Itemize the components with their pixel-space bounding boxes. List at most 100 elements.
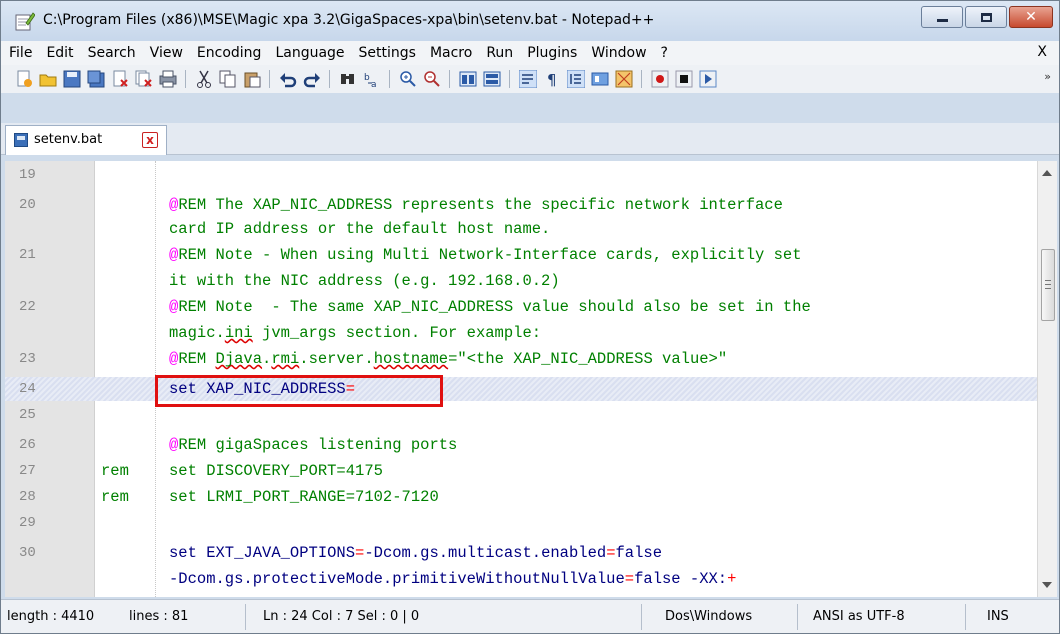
code-line[interactable]: 28 rem set LRMI_PORT_RANGE=7102-7120 bbox=[5, 485, 1037, 509]
menu-search[interactable]: Search bbox=[82, 45, 142, 61]
rem-keyword: rem bbox=[101, 488, 129, 506]
menu-language[interactable]: Language bbox=[269, 45, 350, 61]
status-position: Ln : 24 Col : 7 Sel : 0 | 0 bbox=[263, 609, 420, 624]
sync-horizontal-icon[interactable] bbox=[483, 70, 501, 88]
cut-icon[interactable] bbox=[195, 70, 213, 88]
code-line[interactable]: 30 set EXT_JAVA_OPTIONS=-Dcom.gs.multica… bbox=[5, 541, 1037, 565]
tab-setenv-bat[interactable]: setenv.bat x bbox=[5, 125, 167, 155]
toolbar-separator bbox=[389, 70, 390, 88]
code-line[interactable]: 22 @REM Note - The same XAP_NIC_ADDRESS … bbox=[5, 295, 1037, 319]
menu-view[interactable]: View bbox=[144, 45, 189, 61]
code-line[interactable]: 27 rem set DISCOVERY_PORT=4175 bbox=[5, 459, 1037, 483]
menu-macro[interactable]: Macro bbox=[424, 45, 478, 61]
close-all-icon[interactable] bbox=[135, 70, 153, 88]
code-line-wrapped[interactable]: card IP address or the default host name… bbox=[5, 217, 1037, 241]
indent-guide-icon[interactable] bbox=[567, 70, 585, 88]
line-number: 24 bbox=[19, 381, 36, 397]
redo-icon[interactable] bbox=[303, 70, 321, 88]
scroll-thumb[interactable] bbox=[1041, 249, 1055, 321]
save-icon[interactable] bbox=[63, 70, 81, 88]
line-number: 29 bbox=[19, 515, 36, 531]
line-number: 25 bbox=[19, 407, 36, 423]
user-lang-icon[interactable] bbox=[591, 70, 609, 88]
code-text: @REM The XAP_NIC_ADDRESS represents the … bbox=[169, 196, 783, 214]
code-line[interactable]: 29 bbox=[5, 511, 1037, 535]
close-window-button[interactable]: ✕ bbox=[1009, 6, 1053, 28]
minimize-button[interactable] bbox=[921, 6, 963, 28]
maximize-button[interactable] bbox=[965, 6, 1007, 28]
status-insert-mode: INS bbox=[987, 609, 1009, 624]
code-line-wrapped[interactable]: magic.ini jvm_args section. For example: bbox=[5, 321, 1037, 345]
notepadpp-window: C:\Program Files (x86)\MSE\Magic xpa 3.2… bbox=[0, 0, 1060, 634]
play-macro-icon[interactable] bbox=[699, 70, 717, 88]
show-all-chars-icon[interactable]: ¶ bbox=[543, 70, 561, 88]
menu-file[interactable]: File bbox=[3, 45, 38, 61]
tab-close-icon[interactable]: x bbox=[142, 132, 158, 148]
line-number: 30 bbox=[19, 545, 36, 561]
sync-vertical-icon[interactable] bbox=[459, 70, 477, 88]
doc-map-icon[interactable] bbox=[615, 70, 633, 88]
find-icon[interactable] bbox=[339, 70, 357, 88]
status-separator bbox=[797, 604, 798, 630]
maximize-icon bbox=[980, 12, 992, 22]
line-number: 19 bbox=[19, 167, 36, 183]
code-line-wrapped[interactable]: -Dcom.gs.protectiveMode.primitiveWithout… bbox=[5, 567, 1037, 591]
code-line[interactable]: 21 @REM Note - When using Multi Network-… bbox=[5, 243, 1037, 267]
menu-plugins[interactable]: Plugins bbox=[521, 45, 583, 61]
menu-edit[interactable]: Edit bbox=[40, 45, 79, 61]
zoom-out-icon[interactable] bbox=[423, 70, 441, 88]
code-line[interactable]: 23 @REM Djava.rmi.server.hostname="<the … bbox=[5, 347, 1037, 371]
code-line[interactable]: 19 bbox=[5, 163, 1037, 187]
copy-icon[interactable] bbox=[219, 70, 237, 88]
save-all-icon[interactable] bbox=[87, 70, 105, 88]
scroll-up-icon[interactable] bbox=[1042, 170, 1052, 176]
title-bar[interactable]: C:\Program Files (x86)\MSE\Magic xpa 3.2… bbox=[1, 1, 1059, 41]
svg-text:b: b bbox=[364, 73, 370, 83]
zoom-in-icon[interactable] bbox=[399, 70, 417, 88]
toolbar-overflow-icon[interactable]: » bbox=[1044, 70, 1051, 83]
menu-bar: File Edit Search View Encoding Language … bbox=[1, 41, 1059, 65]
undo-icon[interactable] bbox=[279, 70, 297, 88]
vertical-scrollbar[interactable] bbox=[1037, 161, 1057, 597]
code-line-wrapped[interactable]: it with the NIC address (e.g. 192.168.0.… bbox=[5, 269, 1037, 293]
record-macro-icon[interactable] bbox=[651, 70, 669, 88]
close-document-button[interactable]: X bbox=[1037, 44, 1047, 60]
status-lines: lines : 81 bbox=[129, 609, 189, 624]
code-line[interactable]: 20 @REM The XAP_NIC_ADDRESS represents t… bbox=[5, 193, 1037, 217]
highlight-annotation-box bbox=[155, 375, 443, 407]
code-text: magic.ini jvm_args section. For example: bbox=[169, 324, 542, 342]
scroll-down-icon[interactable] bbox=[1042, 582, 1052, 588]
print-icon[interactable] bbox=[159, 70, 177, 88]
menu-window[interactable]: Window bbox=[585, 45, 652, 61]
replace-icon[interactable]: ba bbox=[363, 70, 381, 88]
code-editor[interactable]: 19 20 @REM The XAP_NIC_ADDRESS represent… bbox=[5, 161, 1037, 597]
toolbar-separator bbox=[185, 70, 186, 88]
menu-run[interactable]: Run bbox=[480, 45, 519, 61]
code-text: set LRMI_PORT_RANGE=7102-7120 bbox=[169, 488, 439, 506]
line-number: 23 bbox=[19, 351, 36, 367]
close-file-icon[interactable] bbox=[111, 70, 129, 88]
tab-bar: setenv.bat x bbox=[1, 123, 1059, 155]
menu-encoding[interactable]: Encoding bbox=[191, 45, 268, 61]
menu-settings[interactable]: Settings bbox=[353, 45, 422, 61]
paste-icon[interactable] bbox=[243, 70, 261, 88]
stop-macro-icon[interactable] bbox=[675, 70, 693, 88]
svg-text:a: a bbox=[371, 80, 377, 88]
tab-label: setenv.bat bbox=[34, 132, 103, 147]
toolbar-separator bbox=[269, 70, 270, 88]
code-text: @REM Djava.rmi.server.hostname="<the XAP… bbox=[169, 350, 728, 368]
menu-help[interactable]: ? bbox=[655, 45, 674, 61]
code-text: set DISCOVERY_PORT=4175 bbox=[169, 462, 383, 480]
code-text: @REM gigaSpaces listening ports bbox=[169, 436, 458, 454]
status-separator bbox=[245, 604, 246, 630]
status-encoding: ANSI as UTF-8 bbox=[813, 609, 905, 624]
code-line[interactable]: 26 @REM gigaSpaces listening ports bbox=[5, 433, 1037, 457]
close-icon: ✕ bbox=[1025, 9, 1037, 25]
new-file-icon[interactable] bbox=[15, 70, 33, 88]
line-number: 26 bbox=[19, 437, 36, 453]
status-separator bbox=[965, 604, 966, 630]
toolbar-separator bbox=[641, 70, 642, 88]
word-wrap-icon[interactable] bbox=[519, 70, 537, 88]
status-eol: Dos\Windows bbox=[665, 609, 753, 624]
open-file-icon[interactable] bbox=[39, 70, 57, 88]
